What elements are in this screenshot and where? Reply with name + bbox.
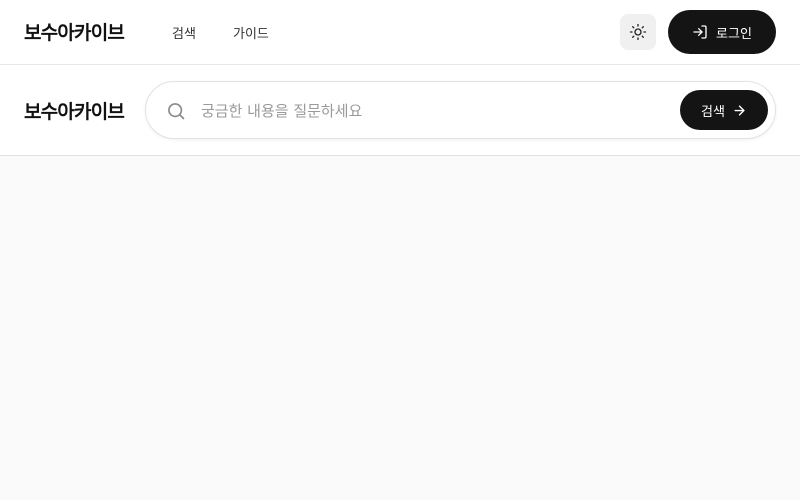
brand-logo[interactable]: 보수아카이브 <box>24 18 125 45</box>
top-navbar: 보수아카이브 검색 가이드 로그인 <box>0 0 800 65</box>
search-band-brand[interactable]: 보수아카이브 <box>24 97 125 124</box>
main-content-area <box>0 156 800 500</box>
login-button[interactable]: 로그인 <box>668 10 776 54</box>
search-input[interactable] <box>201 96 671 126</box>
search-box: 검색 <box>145 81 776 139</box>
search-submit-button[interactable]: 검색 <box>680 90 768 130</box>
arrow-right-icon <box>732 103 747 118</box>
theme-toggle-button[interactable] <box>620 14 656 50</box>
login-button-label: 로그인 <box>716 26 752 42</box>
search-submit-label: 검색 <box>701 104 725 120</box>
login-icon <box>692 24 708 40</box>
sun-icon <box>629 23 647 41</box>
nav-link-search[interactable]: 검색 <box>172 23 196 42</box>
search-band: 보수아카이브 검색 <box>0 65 800 156</box>
search-icon <box>166 101 186 121</box>
nav-link-guide[interactable]: 가이드 <box>233 23 269 42</box>
